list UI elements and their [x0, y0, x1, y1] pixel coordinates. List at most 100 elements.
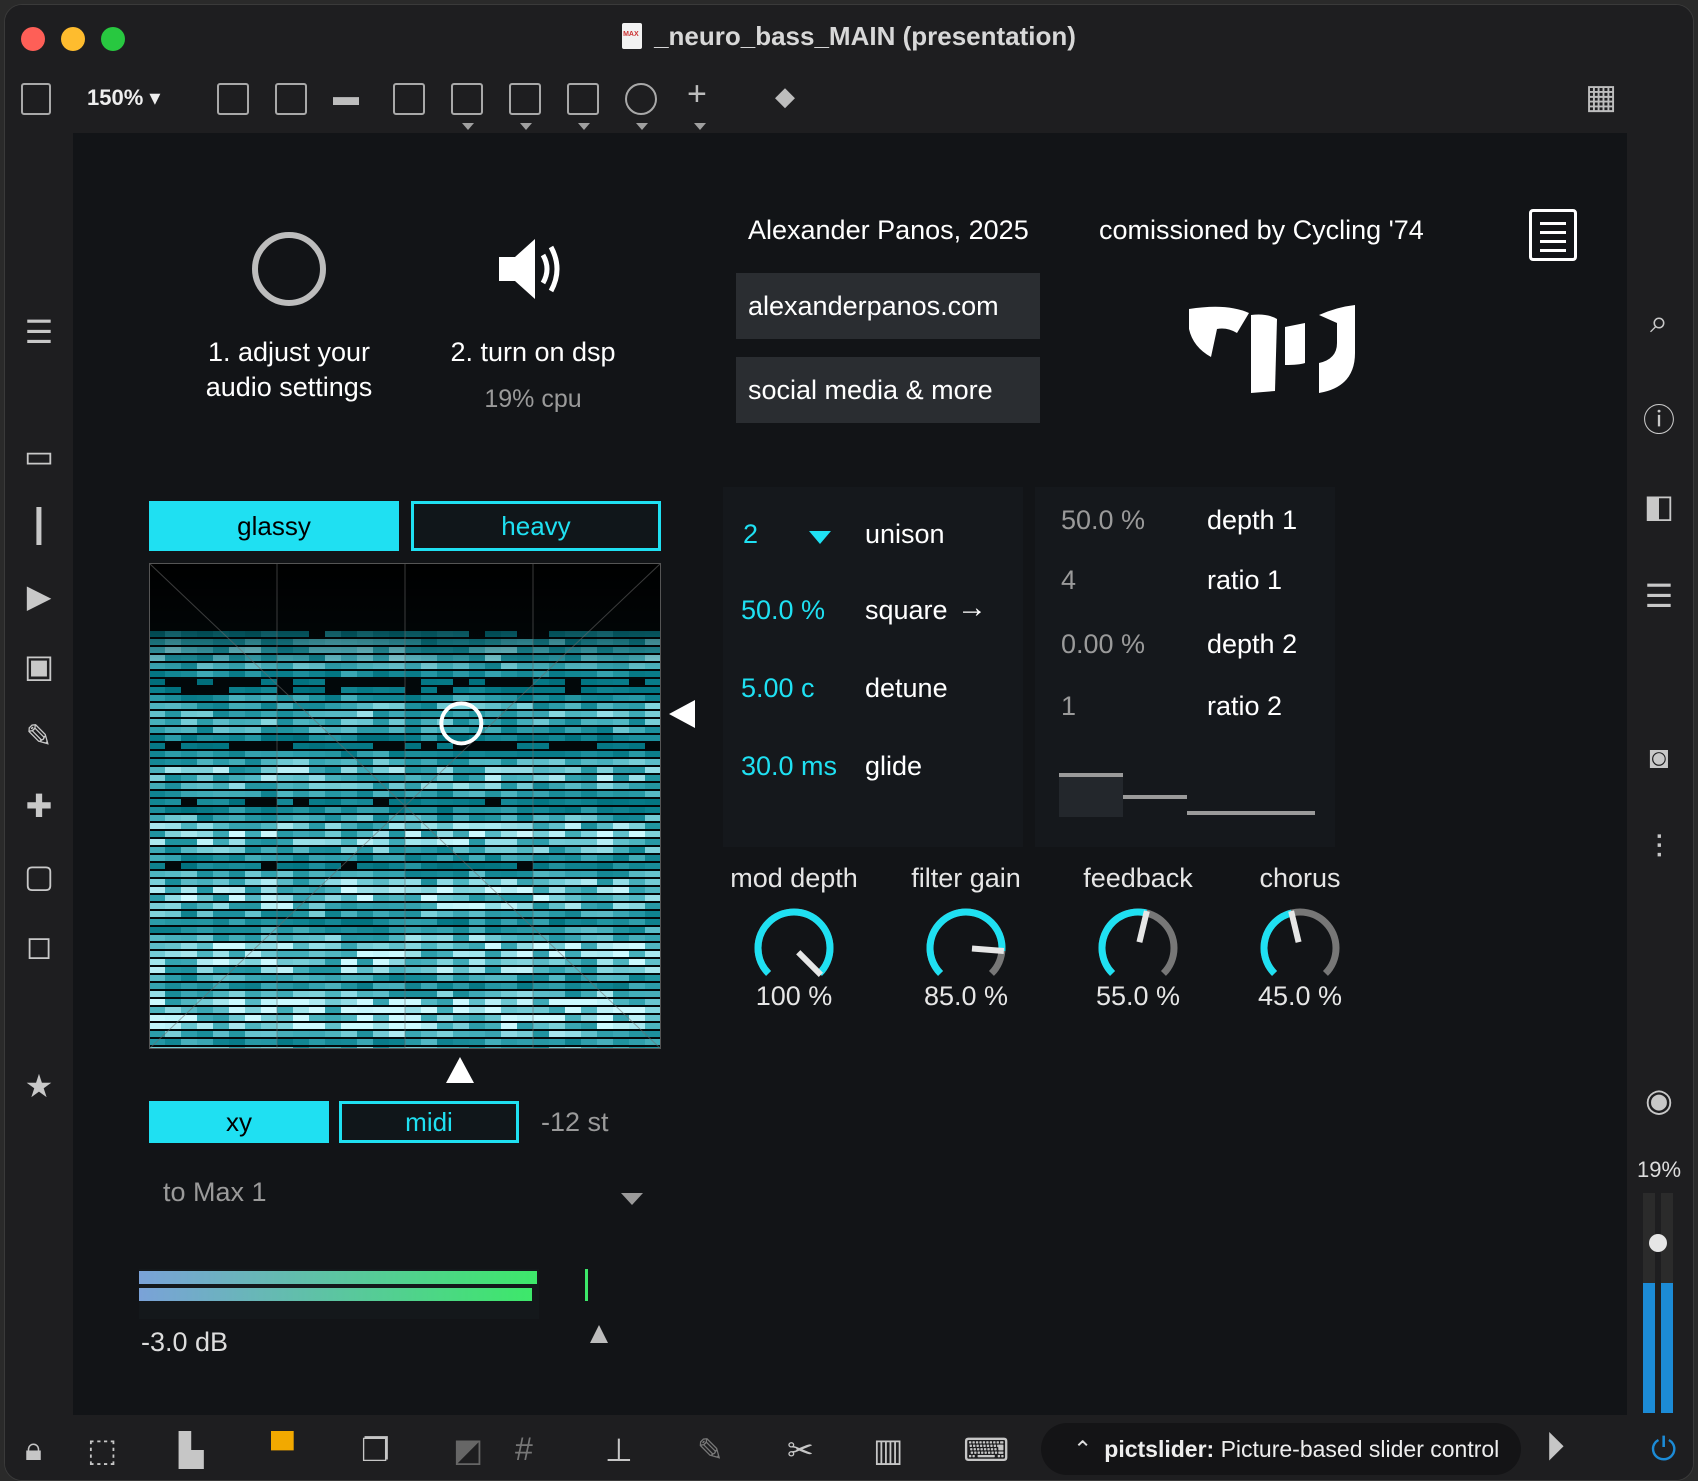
paperclip-icon[interactable]: ✎: [5, 717, 73, 755]
search-icon[interactable]: ⌕: [1625, 303, 1693, 341]
toggle-icon[interactable]: [393, 83, 425, 115]
tab-xy[interactable]: xy: [149, 1101, 329, 1143]
commission-credit: comissioned by Cycling '74: [1099, 215, 1424, 245]
image-icon[interactable]: ▣: [5, 647, 73, 685]
xy-pad[interactable]: [149, 563, 661, 1049]
right-sidebar: ⌕ ⓘ ◧ ☰ ◙ ⫶ ◉ 19%: [1625, 133, 1693, 1415]
dial-chorus[interactable]: chorus 45.0 %: [1225, 863, 1375, 1013]
dial-value[interactable]: 45.0 %: [1225, 981, 1375, 1012]
dial-knob[interactable]: [749, 903, 839, 993]
depth1-value[interactable]: 50.0 %: [1061, 505, 1145, 536]
comment-icon[interactable]: ▬: [333, 81, 359, 112]
lock-icon[interactable]: 🔒︎: [25, 1431, 42, 1469]
columns-icon[interactable]: ◧: [1625, 487, 1693, 525]
social-link[interactable]: social media & more: [736, 357, 1040, 423]
dial-knob[interactable]: [1093, 903, 1183, 993]
layers-icon[interactable]: ❐: [361, 1431, 390, 1469]
detune-value[interactable]: 5.00 c: [741, 673, 815, 704]
dial-value[interactable]: 85.0 %: [891, 981, 1041, 1012]
tab-heavy[interactable]: heavy: [411, 501, 661, 551]
notes-icon[interactable]: [1529, 209, 1577, 261]
dial-mod-depth[interactable]: mod depth 100 %: [719, 863, 869, 1013]
ratio2-value[interactable]: 1: [1061, 691, 1076, 722]
chevron-down-icon[interactable]: [636, 123, 648, 130]
dial-label: feedback: [1083, 863, 1193, 893]
square-value[interactable]: 50.0 %: [741, 595, 825, 626]
chevron-down-icon[interactable]: [694, 123, 706, 130]
keyboard-icon[interactable]: ⌨: [963, 1431, 1009, 1469]
snap-icon[interactable]: ◩: [453, 1431, 483, 1469]
hamburger-icon[interactable]: ☰: [5, 313, 73, 351]
depth2-value[interactable]: 0.00 %: [1061, 629, 1145, 660]
video-icon[interactable]: ▶: [5, 577, 73, 615]
xy-x-pointer-icon[interactable]: [443, 1053, 477, 1087]
waveform-icon[interactable]: ┃: [5, 507, 73, 545]
speaker-icon[interactable]: [493, 229, 573, 309]
chevron-down-icon[interactable]: [578, 123, 590, 130]
sidebar-toggle-icon[interactable]: [21, 83, 51, 115]
info-icon[interactable]: ⓘ: [1625, 395, 1693, 441]
object-palette-icon[interactable]: [217, 83, 249, 115]
camera-icon[interactable]: ◙: [1625, 739, 1693, 776]
zoom-menu[interactable]: 150% ▾: [87, 85, 160, 111]
ratio1-value[interactable]: 4: [1061, 565, 1076, 596]
record-icon[interactable]: ◉: [1625, 1081, 1693, 1119]
unison-value[interactable]: 2: [743, 519, 758, 550]
power-icon[interactable]: ⏻: [1651, 1431, 1676, 1469]
dial-needle: [1288, 910, 1302, 943]
paint-bucket-icon[interactable]: ◆: [775, 81, 795, 112]
mixer-icon[interactable]: ⫶: [1625, 829, 1693, 867]
select-icon[interactable]: ⬚: [87, 1431, 117, 1469]
tab-glassy[interactable]: glassy: [149, 501, 399, 551]
wrench-icon[interactable]: ✂: [787, 1431, 814, 1469]
list-icon[interactable]: ☰: [1625, 577, 1693, 615]
dial-value[interactable]: 100 %: [719, 981, 869, 1012]
chevron-up-icon[interactable]: ⌃: [1073, 1436, 1092, 1463]
gain-value[interactable]: -3.0 dB: [141, 1327, 228, 1358]
play-circle-icon[interactable]: ⏵: [1545, 1425, 1565, 1470]
app-window: _neuro_bass_MAIN (presentation) 150% ▾ ▬…: [4, 4, 1694, 1481]
fm-envelope-multislider[interactable]: [1059, 763, 1319, 823]
grid-icon[interactable]: #: [515, 1431, 533, 1468]
piano-icon[interactable]: ▥: [873, 1431, 903, 1469]
device-icon[interactable]: ▢: [5, 857, 73, 895]
audio-settings-ring[interactable]: [249, 229, 329, 309]
star-icon[interactable]: ★: [5, 1067, 73, 1105]
unison-label: unison: [865, 519, 945, 549]
gain-slider-icon: [590, 1325, 608, 1343]
dial-arc: [754, 908, 834, 976]
chevron-down-icon[interactable]: [520, 123, 532, 130]
message-box-icon[interactable]: [275, 83, 307, 115]
window-icon[interactable]: ▭: [5, 437, 73, 475]
dial-knob[interactable]: [921, 903, 1011, 993]
website-link[interactable]: alexanderpanos.com: [736, 273, 1040, 339]
hierarchy-icon[interactable]: ⊥: [605, 1431, 633, 1469]
tab-midi[interactable]: midi: [339, 1101, 519, 1143]
play-object-icon[interactable]: [509, 83, 541, 115]
cpu-readout: 19% cpu: [484, 385, 582, 413]
dial-knob[interactable]: [1255, 903, 1345, 993]
background-icon[interactable]: ▙: [179, 1431, 204, 1469]
add-object-icon[interactable]: +: [687, 75, 707, 114]
xy-y-pointer-icon[interactable]: [665, 697, 699, 731]
transpose-value[interactable]: -12 st: [541, 1107, 609, 1138]
dial-feedback[interactable]: feedback 55.0 %: [1063, 863, 1213, 1013]
attach-icon[interactable]: ✎: [697, 1431, 724, 1469]
chevron-down-icon[interactable]: [809, 531, 831, 544]
plug-icon[interactable]: ✚: [5, 787, 73, 825]
arrow-right-icon[interactable]: →: [957, 591, 987, 625]
button-object-icon[interactable]: [451, 83, 483, 115]
presentation-icon[interactable]: ▀: [271, 1431, 294, 1468]
glide-value[interactable]: 30.0 ms: [741, 751, 837, 782]
dial-filter-gain[interactable]: filter gain 85.0 %: [891, 863, 1041, 1013]
dial-object-icon[interactable]: [625, 83, 657, 115]
chevron-down-icon[interactable]: [462, 123, 474, 130]
window-title: _neuro_bass_MAIN (presentation): [5, 21, 1693, 52]
midi-destination-menu[interactable]: to Max 1: [149, 1163, 661, 1233]
package-icon[interactable]: ◻: [5, 927, 73, 965]
object-description: Picture-based slider control: [1220, 1435, 1500, 1462]
slider-object-icon[interactable]: [567, 83, 599, 115]
dial-value[interactable]: 55.0 %: [1063, 981, 1213, 1012]
grid-icon[interactable]: ▦: [1585, 77, 1617, 117]
master-volume-meter[interactable]: [1639, 1193, 1679, 1413]
